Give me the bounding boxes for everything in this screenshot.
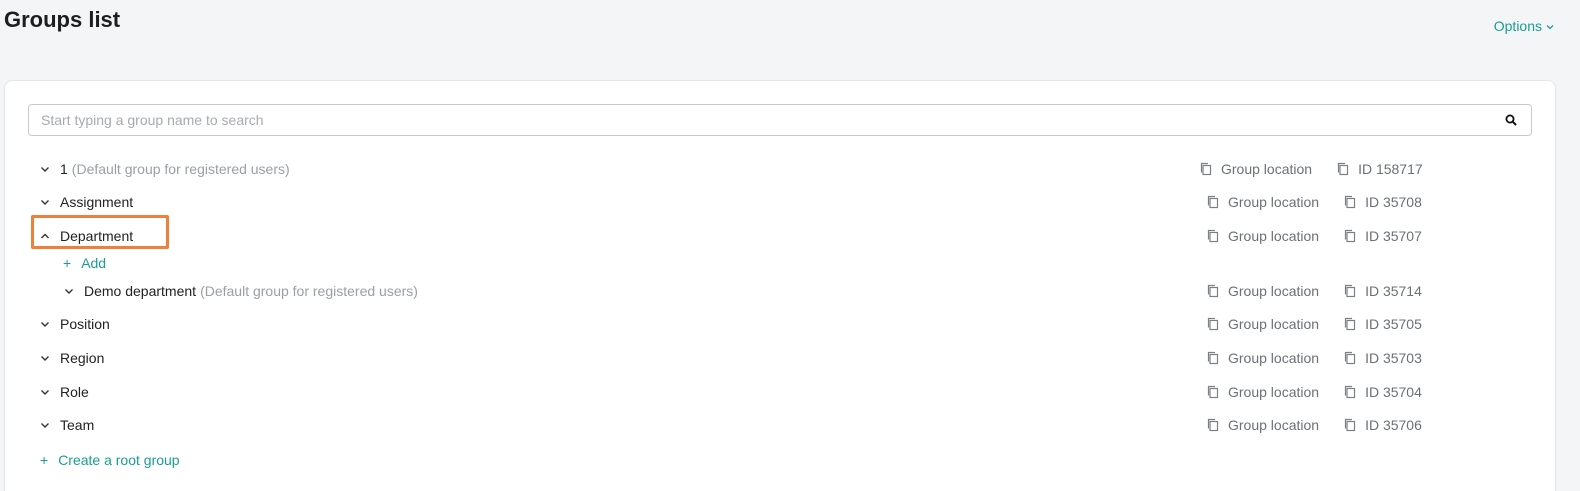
copy-icon[interactable] — [1343, 351, 1357, 365]
group-id: ID 158717 — [1358, 161, 1423, 177]
group-description: (Default group for registered users) — [71, 161, 290, 177]
group-row-region: Region Group location ID 35703 — [5, 344, 1557, 372]
group-row-1: 1 (Default group for registered users) G… — [5, 155, 1557, 183]
copy-icon[interactable] — [1206, 317, 1220, 331]
copy-icon[interactable] — [1343, 195, 1357, 209]
group-name[interactable]: Team — [60, 417, 94, 433]
chevron-up-icon[interactable] — [37, 228, 53, 244]
chevron-down-icon[interactable] — [37, 194, 53, 210]
create-root-label: Create a root group — [58, 452, 180, 468]
copy-icon[interactable] — [1343, 385, 1357, 399]
group-id: ID 35704 — [1365, 384, 1422, 400]
copy-icon[interactable] — [1343, 317, 1357, 331]
chevron-down-icon[interactable] — [37, 161, 53, 177]
copy-icon[interactable] — [1343, 418, 1357, 432]
group-location-link[interactable]: Group location — [1228, 283, 1319, 299]
plus-icon: + — [63, 255, 72, 271]
copy-icon[interactable] — [1336, 162, 1350, 176]
group-row-team: Team Group location ID 35706 — [5, 411, 1557, 439]
add-subgroup-row: + Add — [5, 250, 1557, 276]
group-name[interactable]: Department — [60, 228, 133, 244]
copy-icon[interactable] — [1206, 351, 1220, 365]
copy-icon[interactable] — [1206, 195, 1220, 209]
chevron-down-icon[interactable] — [37, 417, 53, 433]
chevron-down-icon — [1546, 22, 1554, 32]
page-title: Groups list — [4, 7, 121, 32]
group-location-link[interactable]: Group location — [1228, 194, 1319, 210]
group-id: ID 35707 — [1365, 228, 1422, 244]
add-subgroup-button[interactable]: + Add — [63, 255, 106, 271]
group-row-assignment: Assignment Group location ID 35708 — [5, 188, 1557, 216]
group-row-position: Position Group location ID 35705 — [5, 310, 1557, 338]
group-id: ID 35705 — [1365, 316, 1422, 332]
group-name[interactable]: 1 — [60, 161, 68, 177]
group-name[interactable]: Region — [60, 350, 104, 366]
group-id: ID 35706 — [1365, 417, 1422, 433]
copy-icon[interactable] — [1206, 385, 1220, 399]
search-box — [28, 104, 1532, 136]
chevron-down-icon[interactable] — [61, 283, 77, 299]
options-dropdown[interactable]: Options — [1494, 18, 1554, 34]
copy-icon[interactable] — [1206, 418, 1220, 432]
group-row-demo-department: Demo department (Default group for regis… — [5, 277, 1557, 305]
copy-icon[interactable] — [1199, 162, 1213, 176]
group-id: ID 35714 — [1365, 283, 1422, 299]
group-location-link[interactable]: Group location — [1228, 316, 1319, 332]
chevron-down-icon[interactable] — [37, 384, 53, 400]
group-name[interactable]: Position — [60, 316, 110, 332]
chevron-down-icon[interactable] — [37, 316, 53, 332]
group-description: (Default group for registered users) — [200, 283, 418, 299]
group-name[interactable]: Role — [60, 384, 89, 400]
group-location-link[interactable]: Group location — [1221, 161, 1312, 177]
options-label: Options — [1493, 18, 1542, 34]
group-location-link[interactable]: Group location — [1228, 228, 1319, 244]
group-id: ID 35703 — [1365, 350, 1422, 366]
copy-icon[interactable] — [1206, 229, 1220, 243]
plus-icon: + — [40, 452, 49, 468]
group-row-role: Role Group location ID 35704 — [5, 378, 1557, 406]
search-input[interactable] — [29, 105, 1491, 135]
add-label: Add — [81, 255, 107, 271]
group-row-department: Department Group location ID 35707 — [5, 222, 1557, 250]
create-root-group-button[interactable]: + Create a root group — [40, 452, 180, 468]
copy-icon[interactable] — [1343, 229, 1357, 243]
group-location-link[interactable]: Group location — [1228, 417, 1319, 433]
chevron-down-icon[interactable] — [37, 350, 53, 366]
search-icon[interactable] — [1491, 114, 1531, 126]
group-location-link[interactable]: Group location — [1228, 350, 1319, 366]
group-name[interactable]: Assignment — [60, 194, 133, 210]
create-root-row: + Create a root group — [5, 446, 1557, 474]
groups-card: 1 (Default group for registered users) G… — [4, 80, 1556, 491]
copy-icon[interactable] — [1343, 284, 1357, 298]
copy-icon[interactable] — [1206, 284, 1220, 298]
group-location-link[interactable]: Group location — [1228, 384, 1319, 400]
group-id: ID 35708 — [1365, 194, 1422, 210]
group-name[interactable]: Demo department — [84, 283, 196, 299]
